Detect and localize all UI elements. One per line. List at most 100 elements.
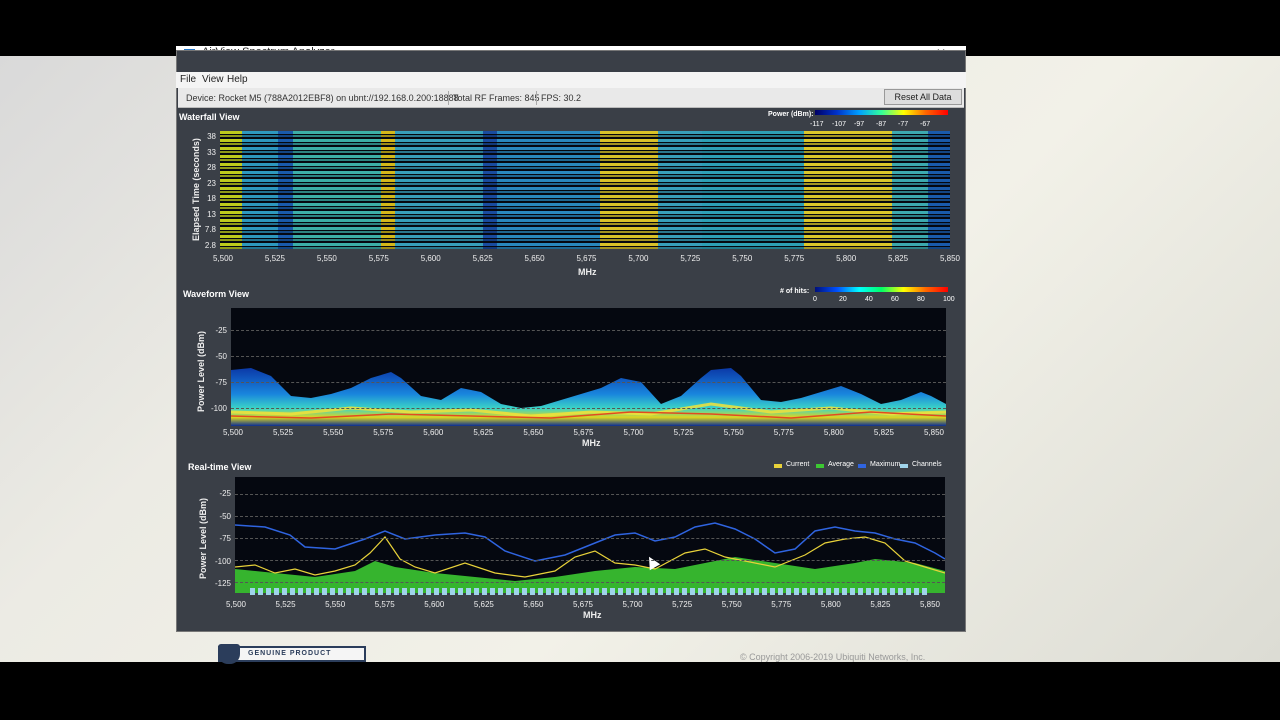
waterfall-cell — [891, 159, 929, 161]
waterfall-cell — [278, 155, 293, 158]
power-legend-tick: -107 — [832, 121, 847, 128]
waterfall-x-tick: 5,750 — [732, 254, 753, 263]
waterfall-x-label: MHz — [578, 267, 597, 277]
copyright-text: © Copyright 2006-2019 Ubiquiti Networks,… — [740, 652, 926, 662]
waveform-x-tick: 5,775 — [773, 428, 794, 437]
waterfall-cell — [220, 211, 242, 214]
waterfall-cell — [928, 175, 950, 177]
waterfall-y-tick: 28 — [207, 163, 216, 172]
waterfall-cell — [482, 167, 498, 169]
waterfall-cell — [497, 223, 600, 225]
waterfall-cell — [380, 131, 396, 134]
waterfall-cell — [220, 195, 242, 198]
waterfall-cell — [220, 155, 242, 158]
waterfall-cell — [278, 159, 293, 161]
channel-marker — [690, 588, 695, 595]
waterfall-cell — [241, 163, 279, 166]
menu-file[interactable]: File — [180, 74, 196, 85]
waterfall-cell — [701, 239, 804, 241]
channel-marker — [282, 588, 287, 595]
reset-all-data-button[interactable]: Reset All Data — [884, 89, 962, 105]
waterfall-cell — [497, 203, 600, 206]
waterfall-cell — [497, 143, 600, 145]
realtime-x-tick: 5,500 — [225, 600, 247, 609]
channel-marker — [266, 588, 271, 595]
power-legend-tick: -87 — [876, 121, 887, 128]
waterfall-cell — [395, 207, 483, 209]
waterfall-cell — [804, 187, 892, 190]
waterfall-cell — [482, 207, 498, 209]
waterfall-cell — [278, 215, 293, 217]
status-bar: Device: Rocket M5 (788A2012EBF8) on ubnt… — [178, 88, 964, 108]
waterfall-cell — [220, 203, 242, 206]
waterfall-cell — [928, 247, 950, 249]
waterfall-cell — [599, 155, 658, 158]
waterfall-cell — [380, 211, 396, 214]
waterfall-plot[interactable] — [220, 131, 950, 249]
channel-marker — [682, 588, 687, 595]
hits-legend-tick: 20 — [839, 296, 847, 303]
waterfall-cell — [599, 187, 658, 190]
grid-line — [231, 408, 946, 409]
waveform-y-tick: -25 — [215, 326, 227, 335]
waterfall-cell — [241, 183, 279, 185]
waterfall-cell — [241, 239, 279, 241]
grid-line — [231, 382, 946, 383]
waterfall-cell — [482, 159, 498, 161]
menu-view[interactable]: View — [202, 74, 224, 85]
waterfall-x-tick: 5,825 — [888, 254, 909, 263]
realtime-x-tick: 5,700 — [622, 600, 643, 609]
channel-marker — [538, 588, 543, 595]
waterfall-cell — [380, 171, 396, 174]
waterfall-cell — [497, 239, 600, 241]
waterfall-cell — [928, 167, 950, 169]
waterfall-cell — [482, 171, 498, 174]
waterfall-cell — [395, 147, 483, 150]
waterfall-cell — [891, 135, 929, 137]
waterfall-cell — [804, 203, 892, 206]
channel-marker — [810, 588, 815, 595]
waterfall-cell — [804, 227, 892, 230]
waterfall-cell — [497, 139, 600, 142]
waterfall-cell — [928, 219, 950, 222]
waterfall-cell — [928, 179, 950, 182]
waterfall-cell — [395, 171, 483, 174]
waterfall-cell — [241, 187, 279, 190]
waterfall-cell — [220, 175, 242, 177]
waterfall-cell — [701, 187, 804, 190]
channel-marker — [834, 588, 839, 595]
power-legend-gradient — [815, 110, 948, 115]
waterfall-cell — [701, 167, 804, 169]
waterfall-cell — [395, 167, 483, 169]
waterfall-cell — [497, 171, 600, 174]
waterfall-cell — [658, 223, 702, 225]
realtime-y-tick: -75 — [219, 534, 231, 543]
waterfall-x-tick: 5,625 — [472, 254, 493, 263]
waterfall-cell — [804, 235, 892, 238]
waterfall-cell — [482, 131, 498, 134]
waveform-x-tick: 5,550 — [323, 428, 344, 437]
waterfall-cell — [380, 191, 396, 193]
power-legend-tick: -67 — [920, 121, 931, 128]
waterfall-cell — [928, 139, 950, 142]
waterfall-cell — [293, 191, 381, 193]
waterfall-cell — [701, 143, 804, 145]
waterfall-cell — [220, 239, 242, 241]
waterfall-cell — [497, 163, 600, 166]
waterfall-cell — [891, 223, 929, 225]
waterfall-cell — [278, 171, 293, 174]
waterfall-cell — [293, 139, 381, 142]
channel-marker — [554, 588, 559, 595]
realtime-y-tick: -25 — [219, 489, 231, 498]
waterfall-cell — [497, 219, 600, 222]
waterfall-cell — [220, 139, 242, 142]
waveform-y-label: Power Level (dBm) — [196, 330, 206, 412]
waterfall-cell — [241, 195, 279, 198]
waterfall-cell — [599, 207, 658, 209]
waterfall-cell — [497, 131, 600, 134]
waterfall-cell — [293, 155, 381, 158]
waterfall-cell — [293, 239, 381, 241]
waterfall-title: Waterfall View — [179, 112, 240, 122]
menu-help[interactable]: Help — [227, 74, 248, 85]
waterfall-cell — [658, 203, 702, 206]
